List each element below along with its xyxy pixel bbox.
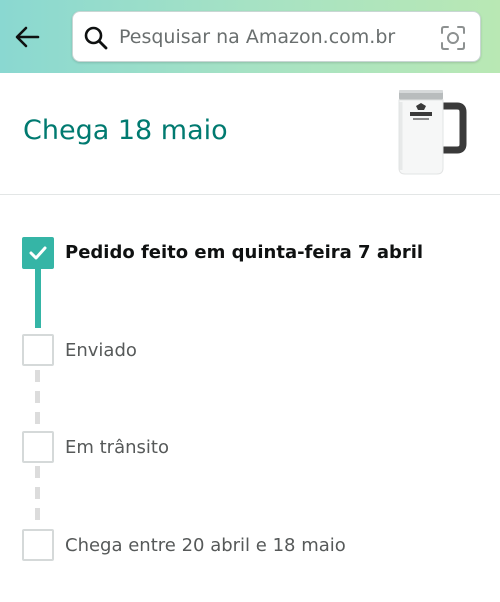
step-checkbox-ordered (22, 237, 54, 269)
product-image[interactable] (391, 84, 469, 178)
step-label-ordered: Pedido feito em quinta-feira 7 abril (65, 242, 424, 263)
back-button[interactable] (8, 18, 46, 56)
step-checkbox-in-transit (22, 431, 54, 463)
search-input[interactable] (119, 20, 429, 54)
checkmark-icon (29, 246, 47, 260)
header-bar (0, 0, 500, 73)
step-checkbox-shipped (22, 334, 54, 366)
step-label-arrival: Chega entre 20 abril e 18 maio (65, 535, 346, 556)
tracker-pending-line (35, 370, 40, 432)
section-divider (0, 194, 500, 195)
step-label-in-transit: Em trânsito (65, 437, 169, 458)
arrow-left-icon (15, 26, 40, 48)
step-checkbox-arrival (22, 529, 54, 561)
arrival-date-title: Chega 18 maio (23, 115, 228, 146)
camera-scan-icon[interactable] (439, 24, 467, 52)
step-label-shipped: Enviado (65, 340, 137, 361)
search-box[interactable] (72, 11, 481, 62)
tracker-pending-line (35, 466, 40, 530)
search-icon[interactable] (83, 25, 109, 51)
tracker-progress-line (35, 262, 41, 328)
